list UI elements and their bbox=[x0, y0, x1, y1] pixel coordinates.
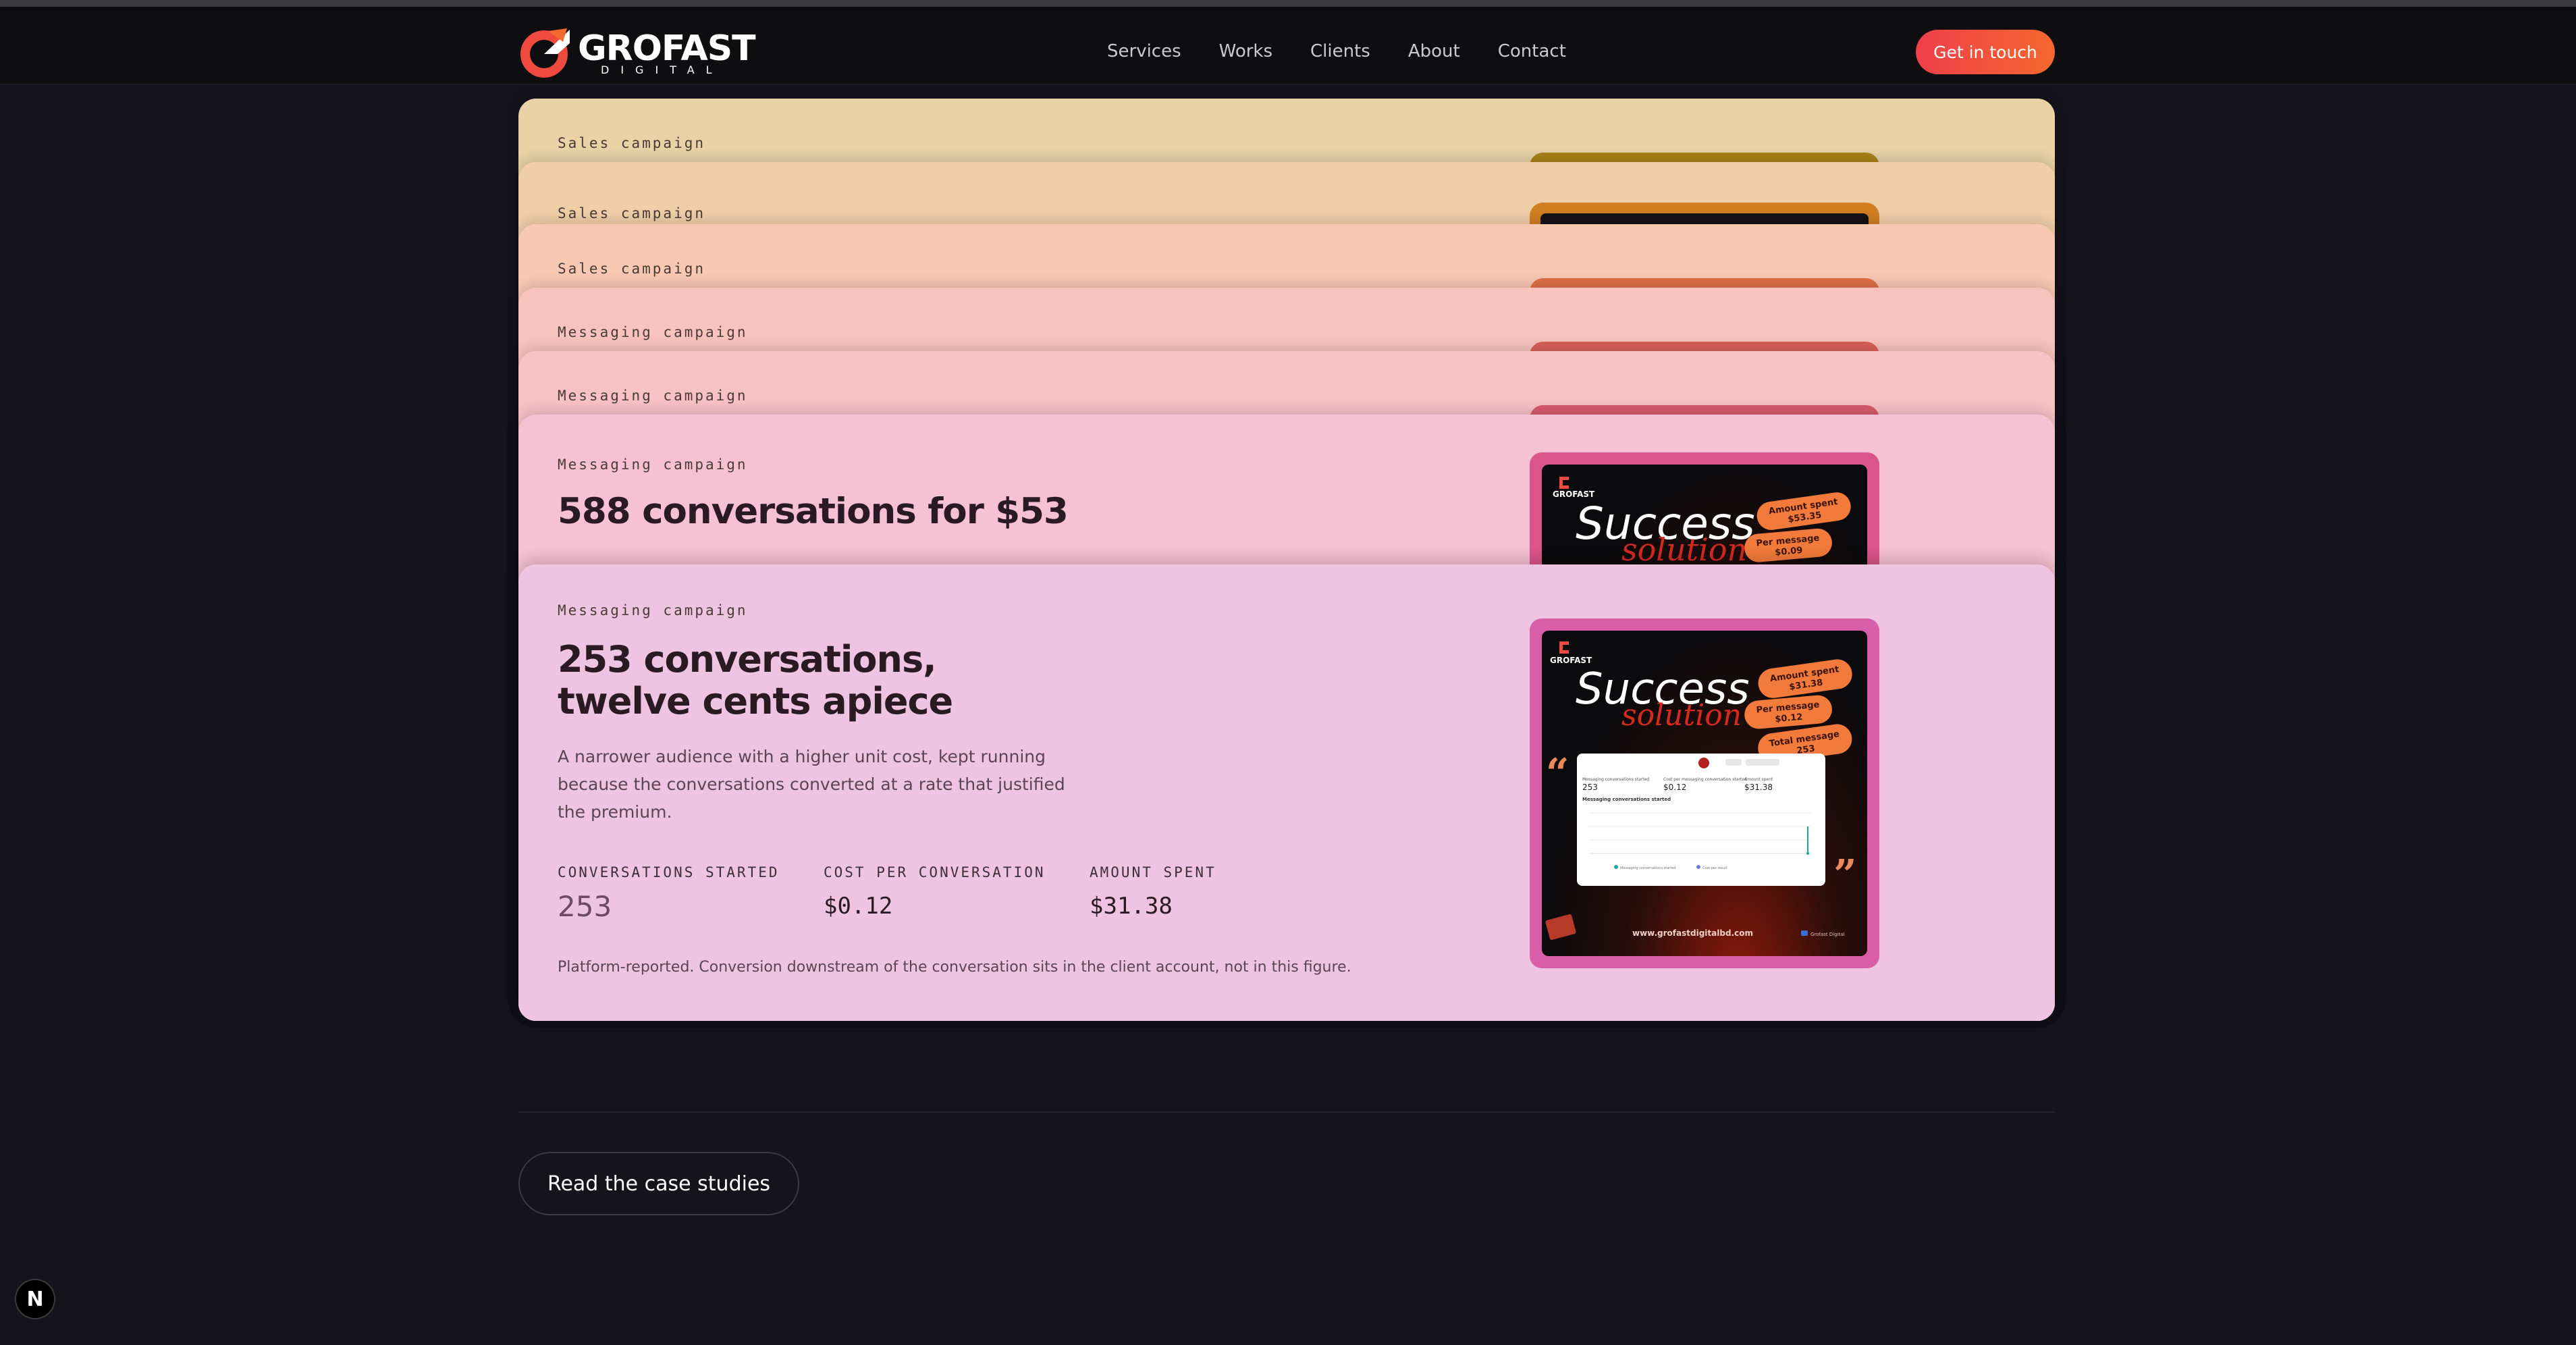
promo-script: solution bbox=[1621, 698, 1742, 733]
promo-footer-brand: Grofast Digital bbox=[1810, 932, 1845, 937]
nav-services[interactable]: Services bbox=[1107, 38, 1181, 65]
close-quote-icon: ” bbox=[1833, 851, 1857, 899]
promo-url: www.grofastdigitalbd.com bbox=[1632, 928, 1753, 938]
nav-clients[interactable]: Clients bbox=[1310, 38, 1370, 65]
active-card-content: Messaging campaign 253 conversations, tw… bbox=[518, 99, 2055, 1021]
get-in-touch-button[interactable]: Get in touch bbox=[1916, 30, 2055, 74]
campaign-tag: Messaging campaign bbox=[558, 602, 748, 618]
dash-stat-label: Messaging conversations started bbox=[1582, 777, 1649, 782]
nav-about[interactable]: About bbox=[1408, 38, 1460, 65]
section-divider bbox=[518, 1111, 2055, 1113]
nav-contact[interactable]: Contact bbox=[1498, 38, 1566, 65]
brand-logo[interactable]: GROFAST DIGITAL bbox=[518, 26, 756, 80]
promo-artwork: GROFAST Success solution Amount spent $3… bbox=[1542, 631, 1867, 956]
stat-label-cost-per-conversation: COST PER CONVERSATION bbox=[824, 864, 1046, 880]
nextjs-dev-badge[interactable]: N bbox=[15, 1279, 55, 1319]
navbar: GROFAST DIGITAL Services Works Clients A… bbox=[0, 7, 2576, 85]
dash-legend-item: Cost per result bbox=[1702, 866, 1727, 870]
dash-stat-value: 253 bbox=[1582, 783, 1598, 792]
campaign-promo-image[interactable]: GROFAST Success solution Amount spent $3… bbox=[1530, 618, 1879, 968]
grofast-logo-icon bbox=[520, 28, 570, 78]
campaign-footnote: Platform-reported. Conversion downstream… bbox=[558, 959, 1351, 976]
campaign-description: A narrower audience with a higher unit c… bbox=[558, 747, 1065, 822]
campaign-headline-line-1: 253 conversations, bbox=[558, 638, 937, 681]
dash-stat-label: Cost per messaging conversation started bbox=[1663, 777, 1747, 782]
stat-value-cost-per-conversation: $0.12 bbox=[824, 893, 893, 920]
stat-value-amount-spent: $31.38 bbox=[1090, 893, 1173, 920]
main-nav: Services Works Clients About Contact bbox=[1107, 38, 1604, 65]
dash-chart-title: Messaging conversations started bbox=[1582, 797, 1671, 802]
open-quote-icon: “ bbox=[1546, 750, 1569, 797]
dashboard-screenshot: Messaging conversations started 253 Cost… bbox=[1577, 754, 1825, 886]
brand-subtitle: DIGITAL bbox=[601, 63, 724, 76]
campaign-headline-line-2: twelve cents apiece bbox=[558, 680, 953, 722]
promo-brand: GROFAST bbox=[1550, 656, 1592, 665]
read-case-studies-button[interactable]: Read the case studies bbox=[518, 1152, 799, 1215]
browser-top-line bbox=[0, 0, 2576, 7]
dash-stat-value: $31.38 bbox=[1744, 783, 1773, 792]
dash-legend-item: Messaging conversations started bbox=[1620, 866, 1676, 870]
dash-stat-value: $0.12 bbox=[1663, 783, 1686, 792]
brand-name: GROFAST bbox=[578, 28, 756, 69]
stat-label-amount-spent: AMOUNT SPENT bbox=[1090, 864, 1216, 880]
stat-label-conversations: CONVERSATIONS STARTED bbox=[558, 864, 780, 880]
nav-works[interactable]: Works bbox=[1219, 38, 1272, 65]
stat-value-conversations: 253 bbox=[558, 890, 612, 923]
promo-artwork-svg: GROFAST Success solution Amount spent $3… bbox=[1545, 641, 1857, 940]
dash-stat-label: Amount spent bbox=[1744, 777, 1773, 782]
